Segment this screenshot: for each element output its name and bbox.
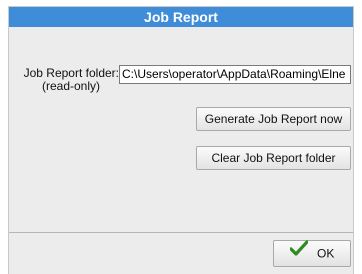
folder-readonly-label: (read-only) <box>41 79 101 93</box>
folder-path-field[interactable]: C:\Users\operator\AppData\Roaming\Elne <box>119 65 351 84</box>
ok-button[interactable]: OK <box>273 240 351 267</box>
folder-label-group: Job Report folder: (read-only) <box>15 67 119 93</box>
ok-label: OK <box>317 246 335 261</box>
generate-report-button[interactable]: Generate Job Report now <box>196 107 351 131</box>
dialog-title: Job Report <box>9 7 353 27</box>
checkmark-icon <box>289 240 309 265</box>
job-report-dialog: Job Report Job Report folder: (read-only… <box>8 6 354 274</box>
folder-label: Job Report folder: <box>23 66 119 80</box>
clear-folder-button[interactable]: Clear Job Report folder <box>196 146 351 170</box>
footer-divider <box>9 232 353 233</box>
